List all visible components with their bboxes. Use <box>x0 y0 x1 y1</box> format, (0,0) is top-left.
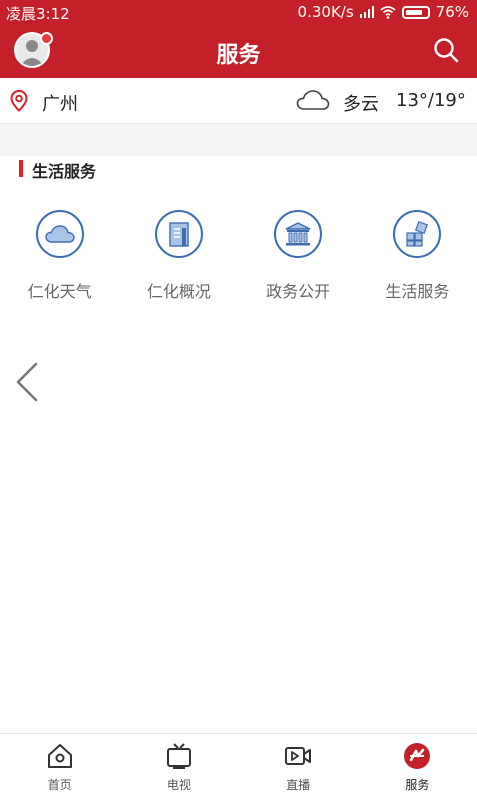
tab-label: 首页 <box>47 778 72 792</box>
status-right: 0.30K/s 76% <box>298 3 469 21</box>
home-icon <box>47 744 72 768</box>
tab-label: 服务 <box>405 778 430 792</box>
building-icon <box>154 210 203 258</box>
signal-icon <box>359 6 374 18</box>
service-label: 仁化概况 <box>146 282 211 301</box>
weather-text: 多云 <box>343 94 379 115</box>
tab-live[interactable]: 直播 <box>239 734 358 795</box>
app-header: 服务 <box>0 24 477 78</box>
search-icon[interactable] <box>433 37 459 63</box>
page-title: 服务 <box>216 43 261 68</box>
network-speed: 0.30K/s <box>297 3 354 21</box>
service-item-life[interactable]: 生活服务 <box>358 210 477 310</box>
bottom-tab-bar: 首页 电视 直播 服务 <box>0 733 477 795</box>
service-grid: 仁化天气 仁化概况 政务公开 生活服务 <box>0 210 477 310</box>
tab-service[interactable]: 服务 <box>358 734 477 795</box>
service-label: 生活服务 <box>385 282 450 301</box>
service-item-weather[interactable]: 仁化天气 <box>0 210 119 310</box>
government-icon <box>274 210 323 258</box>
location-pin-icon[interactable] <box>10 90 28 112</box>
tab-label: 直播 <box>286 778 311 792</box>
location-weather-bar: 广州 多云 13°/19° <box>0 78 477 124</box>
service-icon <box>404 743 431 769</box>
city-name[interactable]: 广州 <box>42 90 78 116</box>
service-label: 仁化天气 <box>27 282 92 301</box>
wifi-icon <box>380 5 396 19</box>
section-accent-bar <box>19 160 23 177</box>
service-label: 政务公开 <box>266 282 331 301</box>
section-title: 生活服务 <box>32 162 97 181</box>
tv-icon <box>166 743 191 769</box>
tab-tv[interactable]: 电视 <box>119 734 238 795</box>
temperature: 13°/19° <box>396 90 466 111</box>
service-item-government[interactable]: 政务公开 <box>239 210 358 310</box>
cloud-icon <box>35 210 84 258</box>
chevron-left-icon[interactable] <box>12 362 42 402</box>
status-time: 凌晨3:12 <box>6 5 70 23</box>
battery-icon <box>401 5 430 19</box>
video-icon <box>285 747 312 765</box>
status-bar: 凌晨3:12 0.30K/s 76% <box>0 0 477 24</box>
cloud-icon <box>296 90 330 110</box>
section-divider <box>0 124 477 156</box>
tab-home[interactable]: 首页 <box>0 734 119 795</box>
grid-squares-icon <box>393 210 442 258</box>
tab-label: 电视 <box>166 778 191 792</box>
battery-percent: 76% <box>435 3 469 21</box>
service-item-overview[interactable]: 仁化概况 <box>119 210 238 310</box>
